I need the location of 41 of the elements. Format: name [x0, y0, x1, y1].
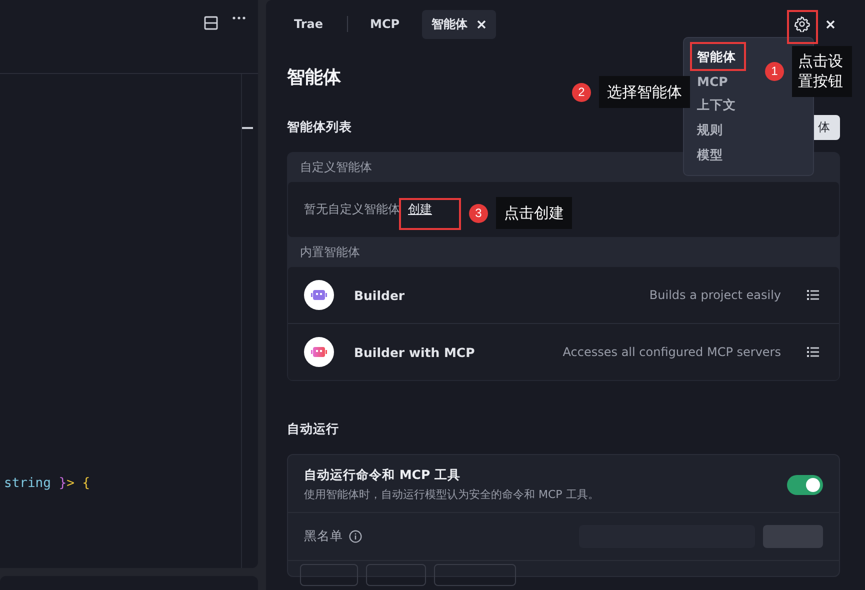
tag-chip [300, 564, 358, 586]
page-title: 智能体 [287, 66, 341, 89]
highlight-frame [690, 42, 746, 71]
list-icon[interactable] [807, 290, 819, 300]
menu-item[interactable]: 规则 [684, 118, 736, 143]
section-title: 智能体列表 [287, 119, 352, 136]
menu-item[interactable]: 模型 [684, 143, 736, 168]
tab[interactable]: Trae [284, 11, 334, 37]
group-heading: 内置智能体 [299, 244, 361, 261]
agent-description: Accesses all configured MCP servers [562, 345, 781, 359]
info-icon[interactable] [349, 530, 362, 543]
create-link[interactable]: 创建 [408, 201, 432, 218]
annotation-tooltip: 点击创建 [496, 197, 572, 230]
setting-label: 黑名单 [304, 528, 343, 545]
close-icon[interactable] [826, 20, 835, 28]
scroll-marker [242, 127, 253, 129]
agent-name: Builder with MCP [354, 344, 475, 360]
split-view-icon[interactable] [204, 16, 218, 30]
empty-text: 暂无自定义智能体 [304, 201, 400, 218]
tab[interactable]: 智能体 [422, 10, 496, 38]
setting-description: 使用智能体时，自动运行模型认为安全的命令和 MCP 工具。 [304, 487, 600, 502]
annotation-tooltip: 点击设置按钮 [792, 46, 852, 96]
more-icon[interactable] [232, 16, 246, 20]
toggle-switch[interactable] [787, 474, 823, 494]
agent-name: Builder [354, 288, 405, 302]
code-line: string }> { [3, 476, 90, 491]
close-icon[interactable] [476, 20, 486, 28]
section-title: 自动运行 [287, 421, 339, 438]
settings-icon[interactable] [794, 16, 810, 32]
tag-chip [366, 564, 426, 586]
highlight-frame [399, 198, 461, 230]
setting-label: 自动运行命令和 MCP 工具 [304, 467, 462, 484]
list-icon[interactable] [807, 347, 819, 357]
agent-avatar-icon [304, 337, 334, 367]
group-heading: 自定义智能体 [299, 159, 373, 176]
highlight-frame [787, 10, 818, 44]
agent-description: Builds a project easily [648, 288, 781, 302]
tab[interactable]: MCP [360, 11, 410, 37]
annotation-tooltip: 选择智能体 [599, 76, 690, 108]
menu-item[interactable]: 智能体 [684, 45, 749, 70]
agent-avatar-icon [304, 280, 334, 310]
